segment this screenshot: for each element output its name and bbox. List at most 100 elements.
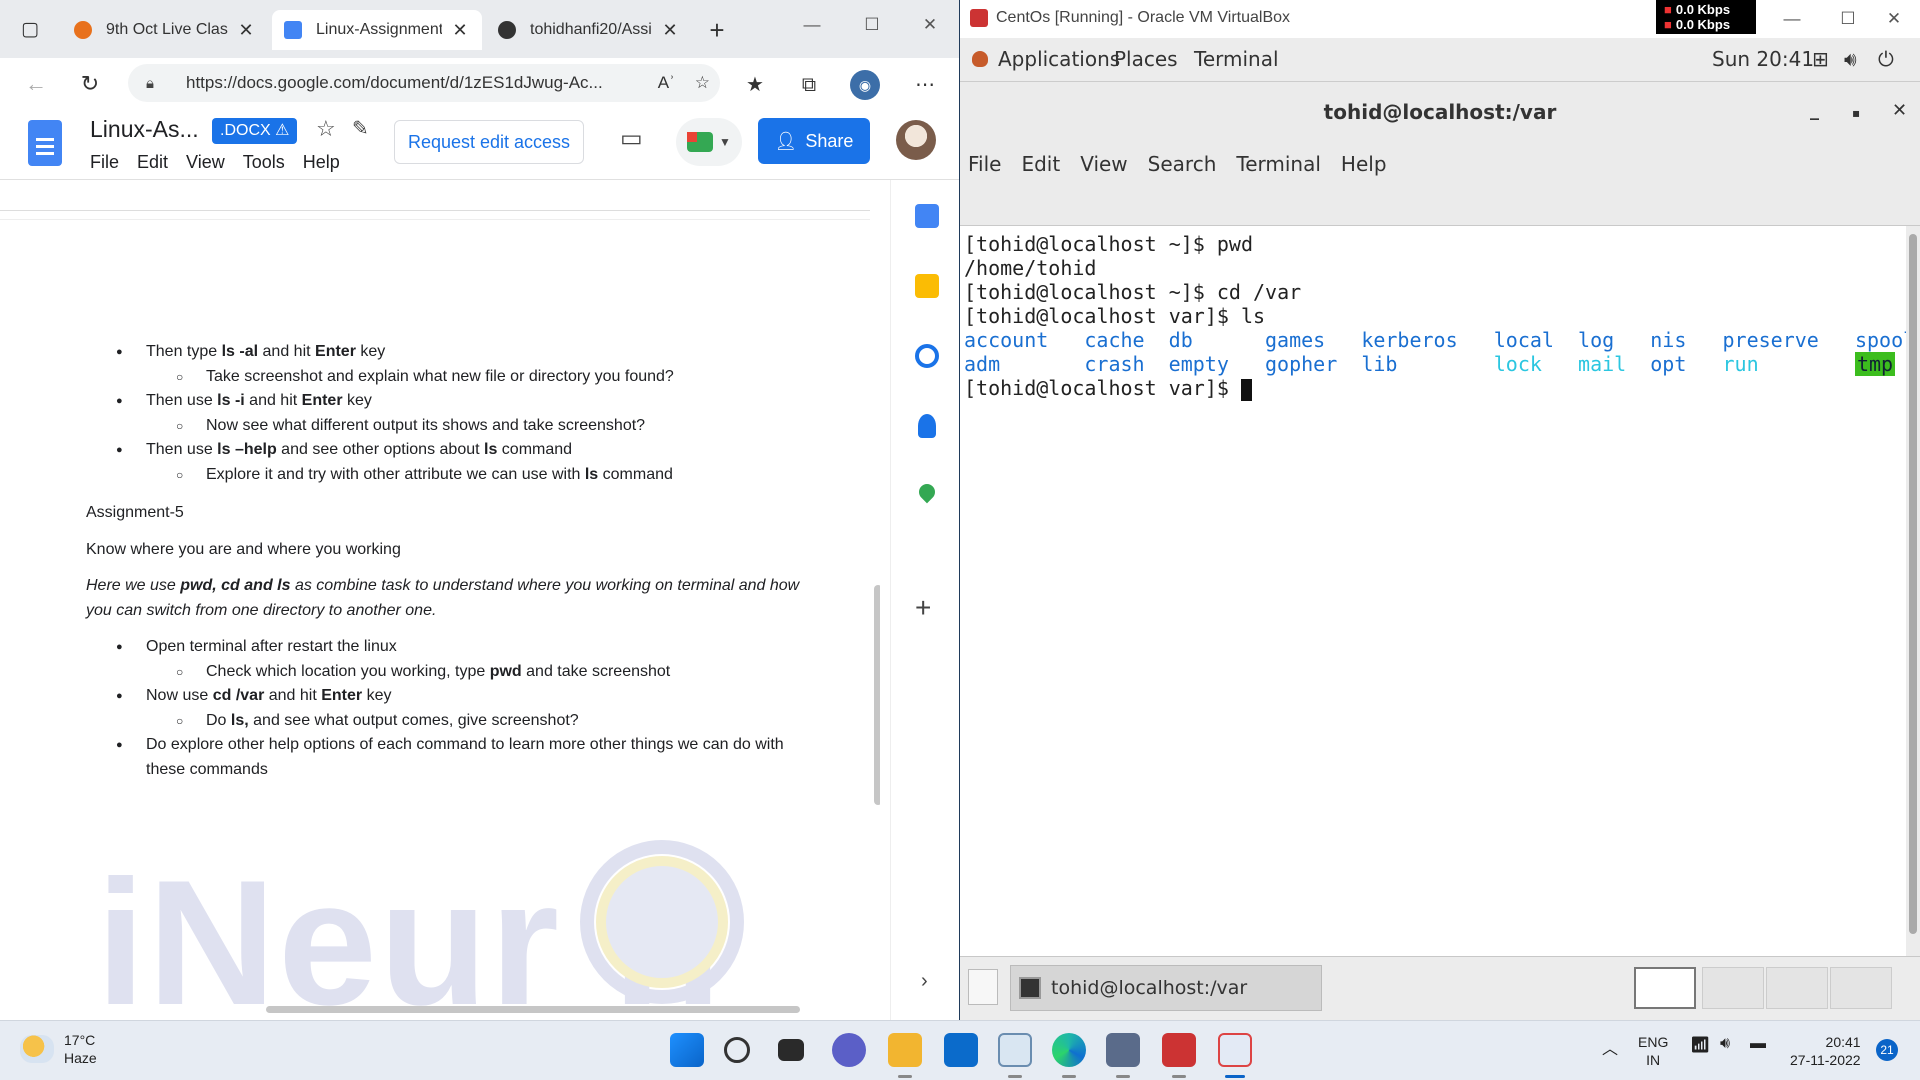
tab-close-icon[interactable]: ✕ xyxy=(450,20,470,41)
gnome-applications-menu[interactable]: Applications xyxy=(998,47,1120,71)
volume-icon[interactable]: 🔊︎ xyxy=(1844,47,1857,71)
close-window-button[interactable]: ✕ xyxy=(910,10,950,40)
meet-camera-icon xyxy=(687,132,714,152)
calendar-icon[interactable] xyxy=(915,204,939,228)
terminal-close-button[interactable]: ✕ xyxy=(1892,100,1907,121)
profile-avatar[interactable]: ◉ xyxy=(850,70,880,100)
taskbar-terminal-window[interactable]: tohid@localhost:/var xyxy=(1010,965,1322,1011)
workspace-4[interactable] xyxy=(1830,967,1892,1009)
snipping-tool-icon[interactable] xyxy=(1218,1033,1252,1067)
show-desktop-button[interactable] xyxy=(968,969,998,1005)
battery-icon[interactable]: ▬ xyxy=(1750,1035,1766,1053)
address-bar[interactable]: 🔒︎ https://docs.google.com/document/d/1z… xyxy=(128,64,720,102)
menu-edit[interactable]: Edit xyxy=(137,152,168,173)
store-icon[interactable] xyxy=(944,1033,978,1067)
terminal-output[interactable]: [tohid@localhost ~]$ pwd /home/tohid [to… xyxy=(960,226,1915,956)
favorite-add-icon[interactable]: ☆ xyxy=(695,73,710,93)
comments-icon[interactable]: ▭ xyxy=(620,124,643,153)
docx-badge[interactable]: .DOCX ⚠ xyxy=(212,118,298,144)
tray-overflow-icon[interactable]: ︿ xyxy=(1602,1035,1618,1059)
virtualbox-taskbar-icon[interactable] xyxy=(1106,1033,1140,1067)
terminal-menu-search[interactable]: Search xyxy=(1148,152,1217,176)
request-edit-access-button[interactable]: Request edit access xyxy=(394,120,584,164)
read-aloud-icon[interactable]: Aʾ xyxy=(658,73,675,93)
star-icon[interactable]: ☆ xyxy=(316,116,336,142)
task-view-icon[interactable] xyxy=(778,1039,804,1061)
tab-close-icon[interactable]: ✕ xyxy=(660,20,680,41)
menu-help[interactable]: Help xyxy=(303,152,340,173)
terminal-scrollbar[interactable] xyxy=(1906,226,1920,956)
collections-icon[interactable]: ⧉ xyxy=(794,70,824,100)
maps-icon[interactable] xyxy=(915,480,939,504)
weather-widget[interactable]: 17°C Haze xyxy=(20,1031,97,1067)
refresh-button[interactable]: ↻ xyxy=(74,68,106,100)
vm-window-icon[interactable] xyxy=(1162,1033,1196,1067)
minimize-button[interactable]: — xyxy=(792,10,832,40)
meet-button[interactable]: ▼ xyxy=(676,118,742,166)
chat-icon[interactable] xyxy=(832,1033,866,1067)
gnome-clock[interactable]: Sun 20:41 xyxy=(1712,47,1814,71)
terminal-menu-help[interactable]: Help xyxy=(1341,152,1387,176)
vb-close-button[interactable]: ✕ xyxy=(1874,4,1914,34)
keep-icon[interactable] xyxy=(915,274,939,298)
gnome-terminal-menu[interactable]: Terminal xyxy=(1194,47,1279,71)
resource-monitor-icon[interactable] xyxy=(998,1033,1032,1067)
edge-browser-window: ▢ 9th Oct Live Class L ✕ Linux-Assignmen… xyxy=(0,0,959,1020)
net-down-icon: ■ xyxy=(1664,17,1672,32)
menu-tools[interactable]: Tools xyxy=(243,152,285,173)
share-button[interactable]: 👤︎ Share xyxy=(758,118,870,164)
vb-maximize-button[interactable]: ☐ xyxy=(1828,4,1868,34)
menu-file[interactable]: File xyxy=(90,152,119,173)
vertical-scrollbar[interactable] xyxy=(874,585,880,805)
edge-icon[interactable] xyxy=(1052,1033,1086,1067)
ls-entry-log: log xyxy=(1578,328,1615,352)
doc-text-run: pwd xyxy=(489,662,522,680)
terminal-menu-view[interactable]: View xyxy=(1080,152,1127,176)
system-clock[interactable]: 20:41 27-11-2022 xyxy=(1790,1033,1861,1069)
language-indicator[interactable]: ENG IN xyxy=(1638,1033,1668,1069)
terminal-minimize-button[interactable]: _ xyxy=(1810,100,1819,121)
tab-github[interactable]: tohidhanfi20/Assig ✕ xyxy=(486,10,692,50)
tab-linux-assignment[interactable]: Linux-Assignment: ✕ xyxy=(272,10,482,50)
tab-actions-icon[interactable]: ▢ xyxy=(16,16,44,44)
wifi-icon[interactable]: 📶︎ xyxy=(1690,1035,1710,1055)
chevron-right-icon[interactable]: › xyxy=(921,970,928,993)
terminal-maximize-button[interactable]: ▪ xyxy=(1852,106,1860,120)
tab-live-class[interactable]: 9th Oct Live Class L ✕ xyxy=(62,10,268,50)
ls-output: account cache db games kerberos local log nis pr… xyxy=(964,328,1915,376)
docs-logo-icon[interactable] xyxy=(28,120,62,166)
terminal-scroll-thumb[interactable] xyxy=(1909,234,1917,934)
account-avatar[interactable] xyxy=(896,120,936,160)
more-menu-icon[interactable]: ⋯ xyxy=(910,70,940,100)
suggest-edit-icon[interactable]: ✎ xyxy=(352,116,369,141)
tab-close-icon[interactable]: ✕ xyxy=(236,20,256,41)
doc-text-run: Now use xyxy=(146,687,213,704)
power-icon[interactable]: ⏻ xyxy=(1878,47,1894,71)
network-icon[interactable]: ⊞ xyxy=(1812,47,1829,71)
horizontal-scrollbar[interactable] xyxy=(266,1006,800,1013)
maximize-button[interactable]: ☐ xyxy=(852,10,892,40)
workspace-3[interactable] xyxy=(1766,967,1828,1009)
terminal-menu-file[interactable]: File xyxy=(968,152,1001,176)
contacts-icon[interactable] xyxy=(918,414,936,438)
speaker-icon[interactable]: 🔊︎ xyxy=(1720,1035,1730,1053)
bullet-item: Then use ls -i and hit Enter key xyxy=(86,389,846,414)
workspace-2[interactable] xyxy=(1702,967,1764,1009)
notification-badge[interactable]: 21 xyxy=(1876,1039,1898,1061)
start-icon[interactable] xyxy=(670,1033,704,1067)
back-button[interactable]: ← xyxy=(20,68,52,100)
new-tab-button[interactable]: + xyxy=(702,16,732,46)
terminal-menu-edit[interactable]: Edit xyxy=(1021,152,1060,176)
file-explorer-icon[interactable] xyxy=(888,1033,922,1067)
document-title[interactable]: Linux-As... xyxy=(90,116,199,143)
terminal-menu-terminal[interactable]: Terminal xyxy=(1236,152,1321,176)
favorites-icon[interactable]: ★ xyxy=(740,70,770,100)
tasks-icon[interactable] xyxy=(915,344,939,368)
workspace-1[interactable] xyxy=(1634,967,1696,1009)
gnome-places-menu[interactable]: Places xyxy=(1114,47,1178,71)
menu-view[interactable]: View xyxy=(186,152,225,173)
vb-minimize-button[interactable]: — xyxy=(1772,4,1812,34)
search-icon[interactable] xyxy=(724,1037,750,1063)
add-on-plus-icon[interactable]: + xyxy=(915,592,931,624)
url-text[interactable]: https://docs.google.com/document/d/1zES1… xyxy=(186,73,648,93)
